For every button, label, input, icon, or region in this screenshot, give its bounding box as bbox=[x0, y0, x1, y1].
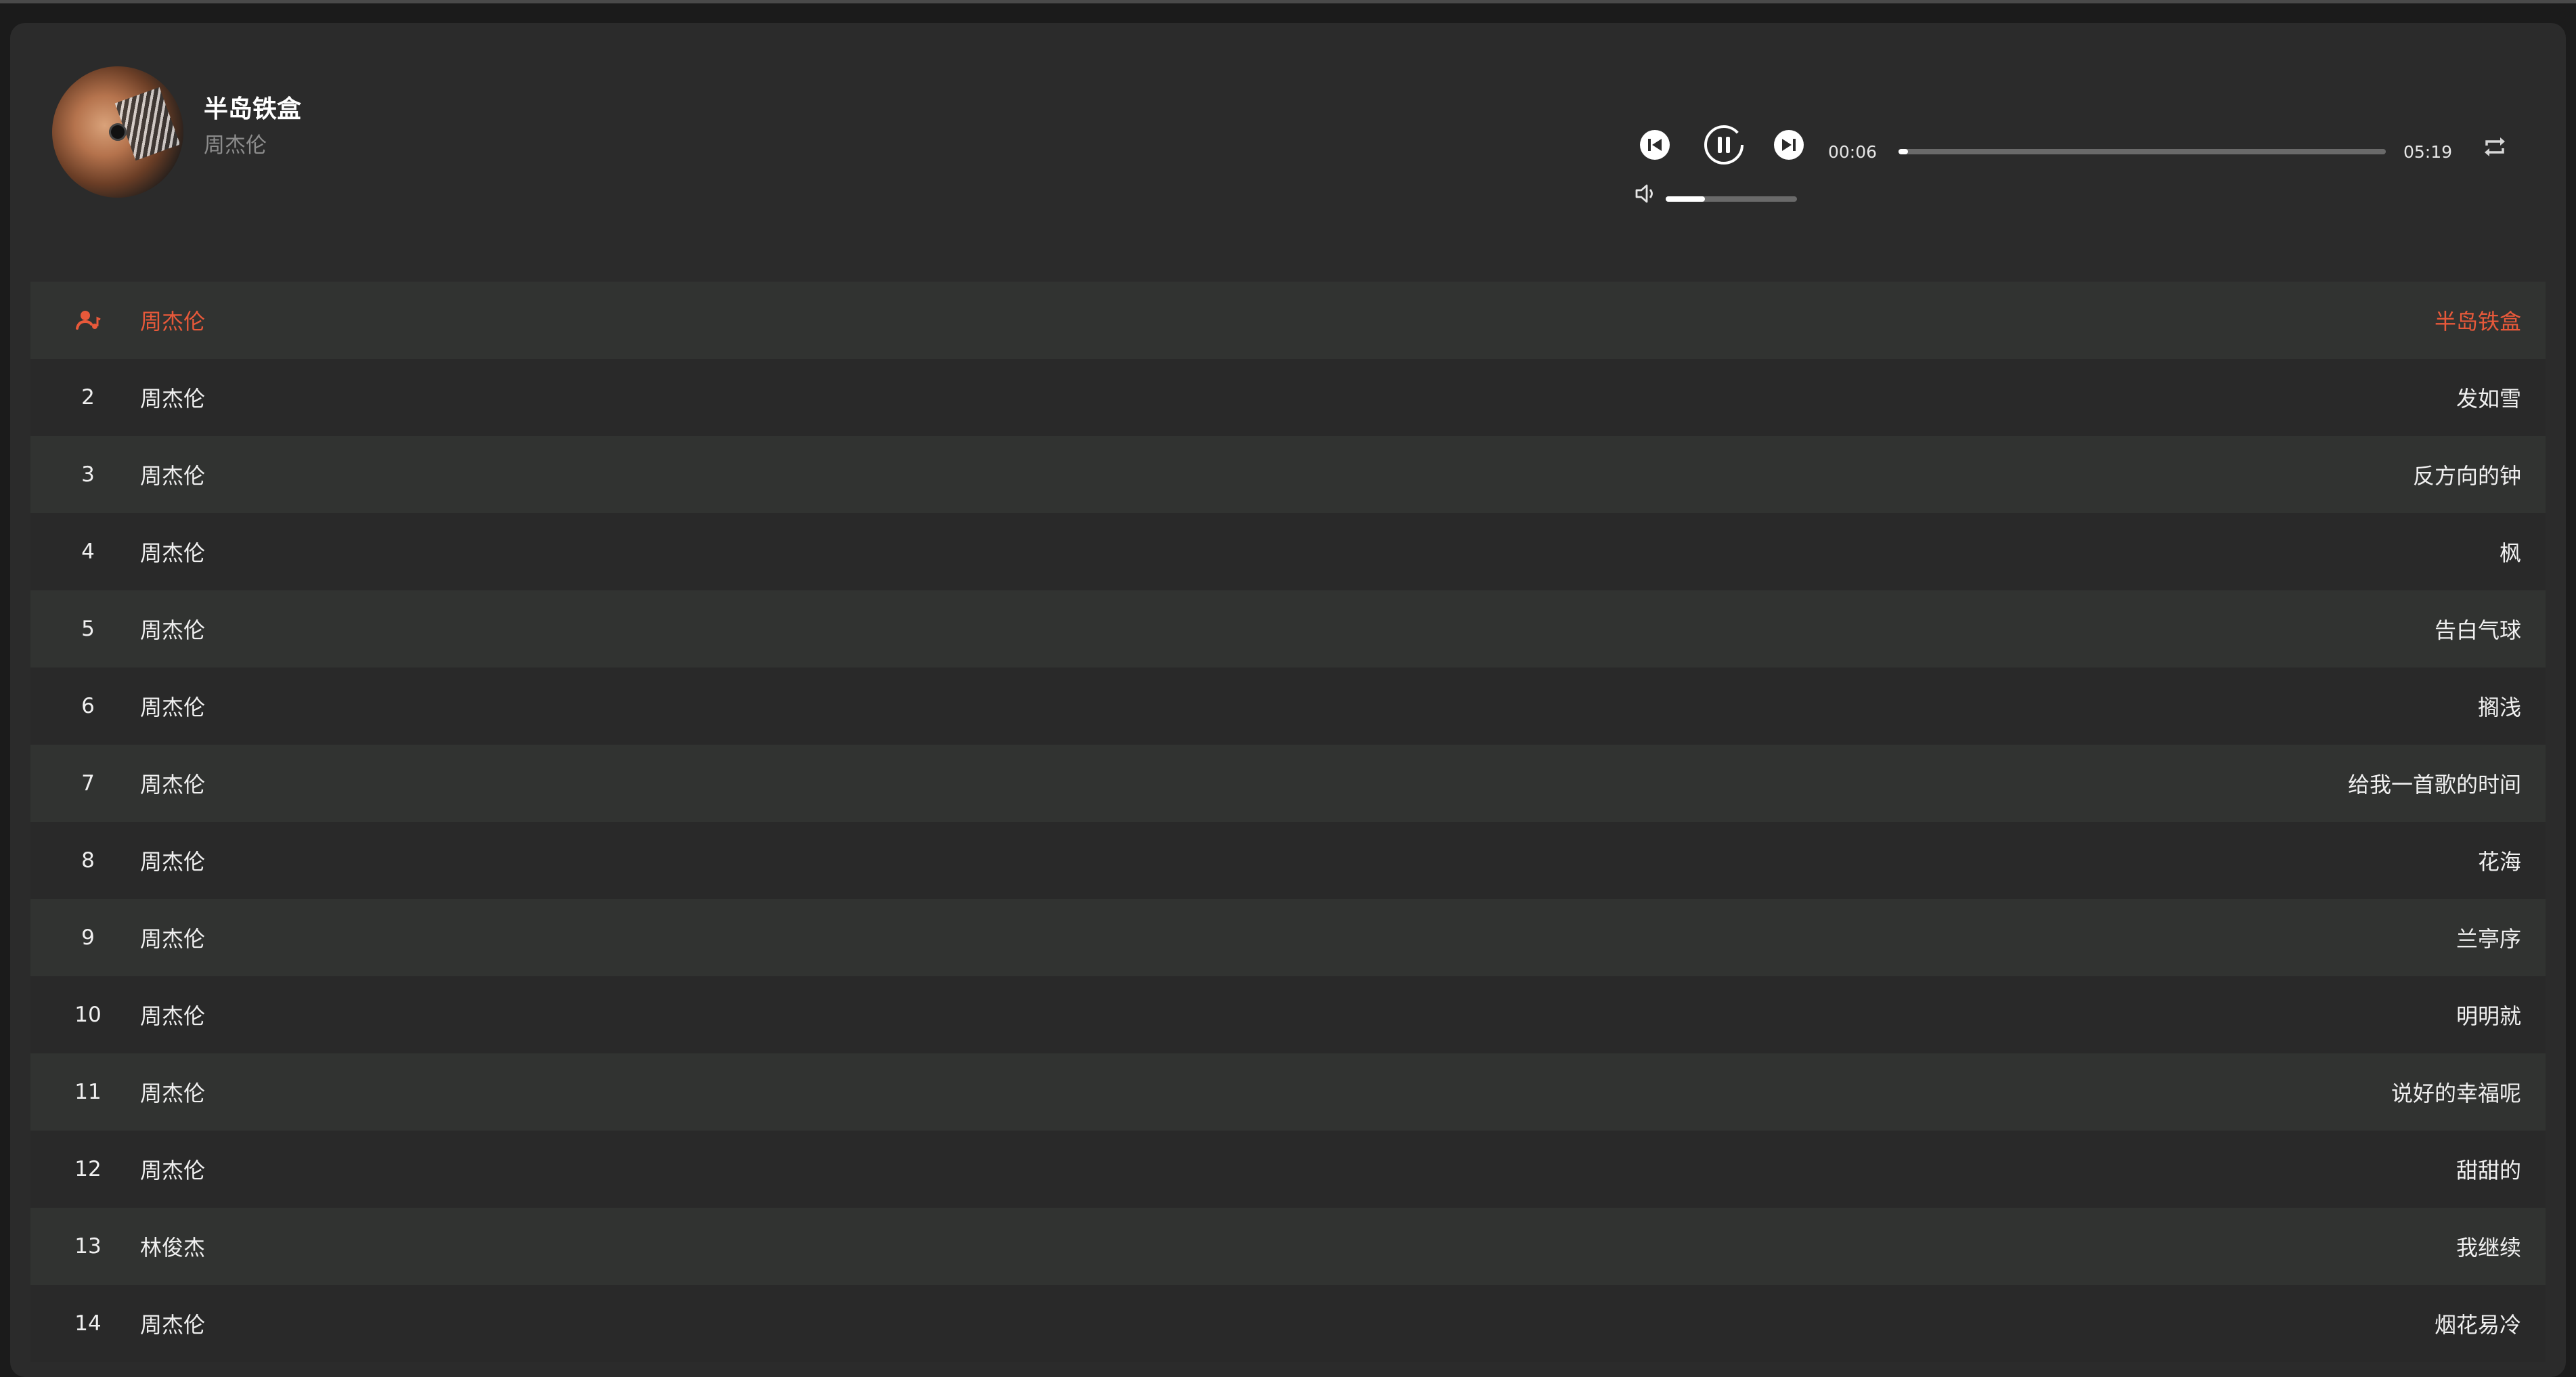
track-artist: 林俊杰 bbox=[140, 1235, 206, 1261]
track-title: 兰亭序 bbox=[2456, 926, 2521, 952]
track-artist: 周杰伦 bbox=[140, 617, 206, 643]
track-artist: 周杰伦 bbox=[140, 1080, 206, 1106]
repeat-icon bbox=[2485, 137, 2505, 156]
repeat-button[interactable] bbox=[2478, 130, 2512, 164]
volume-button[interactable] bbox=[1629, 177, 1662, 210]
now-playing-title: 半岛铁盒 bbox=[204, 95, 302, 123]
now-playing-icon bbox=[76, 311, 101, 330]
track-artist: 周杰伦 bbox=[140, 1003, 206, 1029]
track-title: 反方向的钟 bbox=[2412, 463, 2521, 489]
total-time: 05:19 bbox=[2403, 142, 2453, 162]
playlist-row[interactable]: 11 周杰伦 说好的幸福呢 bbox=[30, 1053, 2546, 1131]
track-number: 14 bbox=[74, 1311, 102, 1336]
playlist-row[interactable]: 6 周杰伦 搁浅 bbox=[30, 668, 2546, 745]
track-artist: 周杰伦 bbox=[140, 1312, 206, 1338]
previous-button[interactable] bbox=[1636, 126, 1674, 164]
track-title: 搁浅 bbox=[2477, 695, 2521, 720]
track-number: 10 bbox=[74, 1003, 102, 1027]
track-title: 告白气球 bbox=[2434, 617, 2521, 643]
skip-previous-icon bbox=[1640, 130, 1670, 160]
playlist-row[interactable]: 9 周杰伦 兰亭序 bbox=[30, 899, 2546, 976]
window-top-edge bbox=[0, 0, 2576, 3]
playlist-row[interactable]: 周杰伦 半岛铁盒 bbox=[30, 282, 2546, 359]
current-time: 00:06 bbox=[1828, 142, 1878, 162]
volume-icon bbox=[1635, 184, 1653, 203]
playlist-row[interactable]: 3 周杰伦 反方向的钟 bbox=[30, 436, 2546, 513]
track-number: 9 bbox=[81, 925, 95, 950]
track-title: 烟花易冷 bbox=[2434, 1312, 2521, 1338]
track-title: 半岛铁盒 bbox=[2434, 309, 2521, 334]
playlist-row[interactable]: 7 周杰伦 给我一首歌的时间 bbox=[30, 745, 2546, 822]
next-button[interactable] bbox=[1770, 126, 1808, 164]
playlist-row[interactable]: 12 周杰伦 甜甜的 bbox=[30, 1131, 2546, 1208]
playlist-row[interactable]: 2 周杰伦 发如雪 bbox=[30, 359, 2546, 436]
track-number: 13 bbox=[74, 1234, 102, 1259]
track-number: 3 bbox=[81, 462, 95, 487]
playlist: 周杰伦 半岛铁盒 2 周杰伦 发如雪 3 周杰伦 反方向的钟 4 周杰伦 枫 5… bbox=[30, 282, 2546, 1362]
playlist-row[interactable]: 14 周杰伦 烟花易冷 bbox=[30, 1285, 2546, 1362]
track-artist: 周杰伦 bbox=[140, 772, 206, 797]
volume-fill bbox=[1666, 196, 1706, 202]
track-number: 5 bbox=[81, 617, 95, 641]
playlist-row[interactable]: 13 林俊杰 我继续 bbox=[30, 1208, 2546, 1285]
track-artist: 周杰伦 bbox=[140, 849, 206, 875]
skip-next-icon bbox=[1774, 130, 1804, 160]
playlist-row[interactable]: 4 周杰伦 枫 bbox=[30, 513, 2546, 590]
track-title: 我继续 bbox=[2456, 1235, 2521, 1261]
progress-bar[interactable] bbox=[1898, 149, 2386, 154]
playlist-row[interactable]: 8 周杰伦 花海 bbox=[30, 822, 2546, 899]
play-pause-button[interactable] bbox=[1698, 119, 1750, 171]
track-title: 说好的幸福呢 bbox=[2391, 1080, 2521, 1106]
album-cover bbox=[52, 66, 183, 198]
playlist-row[interactable]: 10 周杰伦 明明就 bbox=[30, 976, 2546, 1053]
volume-slider[interactable] bbox=[1666, 196, 1797, 202]
track-number: 8 bbox=[81, 848, 95, 873]
player-panel: 半岛铁盒 周杰伦 00:06 05:19 周杰伦 半岛铁盒 2 周杰伦 发如雪 … bbox=[10, 23, 2566, 1377]
track-title: 给我一首歌的时间 bbox=[2347, 772, 2521, 797]
track-number: 4 bbox=[81, 540, 95, 564]
track-artist: 周杰伦 bbox=[140, 463, 206, 489]
track-number: 2 bbox=[81, 385, 95, 410]
track-artist: 周杰伦 bbox=[140, 695, 206, 720]
track-number bbox=[30, 282, 146, 359]
track-artist: 周杰伦 bbox=[140, 540, 206, 566]
track-number: 12 bbox=[74, 1157, 102, 1181]
track-artist: 周杰伦 bbox=[140, 386, 206, 412]
track-number: 11 bbox=[74, 1080, 102, 1104]
playlist-row[interactable]: 5 周杰伦 告白气球 bbox=[30, 590, 2546, 668]
track-artist: 周杰伦 bbox=[140, 309, 206, 334]
track-title: 明明就 bbox=[2456, 1003, 2521, 1029]
track-number: 7 bbox=[81, 771, 95, 795]
track-artist: 周杰伦 bbox=[140, 1158, 206, 1183]
track-title: 花海 bbox=[2477, 849, 2521, 875]
track-artist: 周杰伦 bbox=[140, 926, 206, 952]
now-playing-artist: 周杰伦 bbox=[204, 133, 267, 158]
progress-fill bbox=[1898, 149, 1908, 154]
track-title: 枫 bbox=[2499, 540, 2521, 566]
pause-icon bbox=[1704, 125, 1744, 165]
track-number: 6 bbox=[81, 694, 95, 718]
track-title: 发如雪 bbox=[2456, 386, 2521, 412]
track-title: 甜甜的 bbox=[2456, 1158, 2521, 1183]
